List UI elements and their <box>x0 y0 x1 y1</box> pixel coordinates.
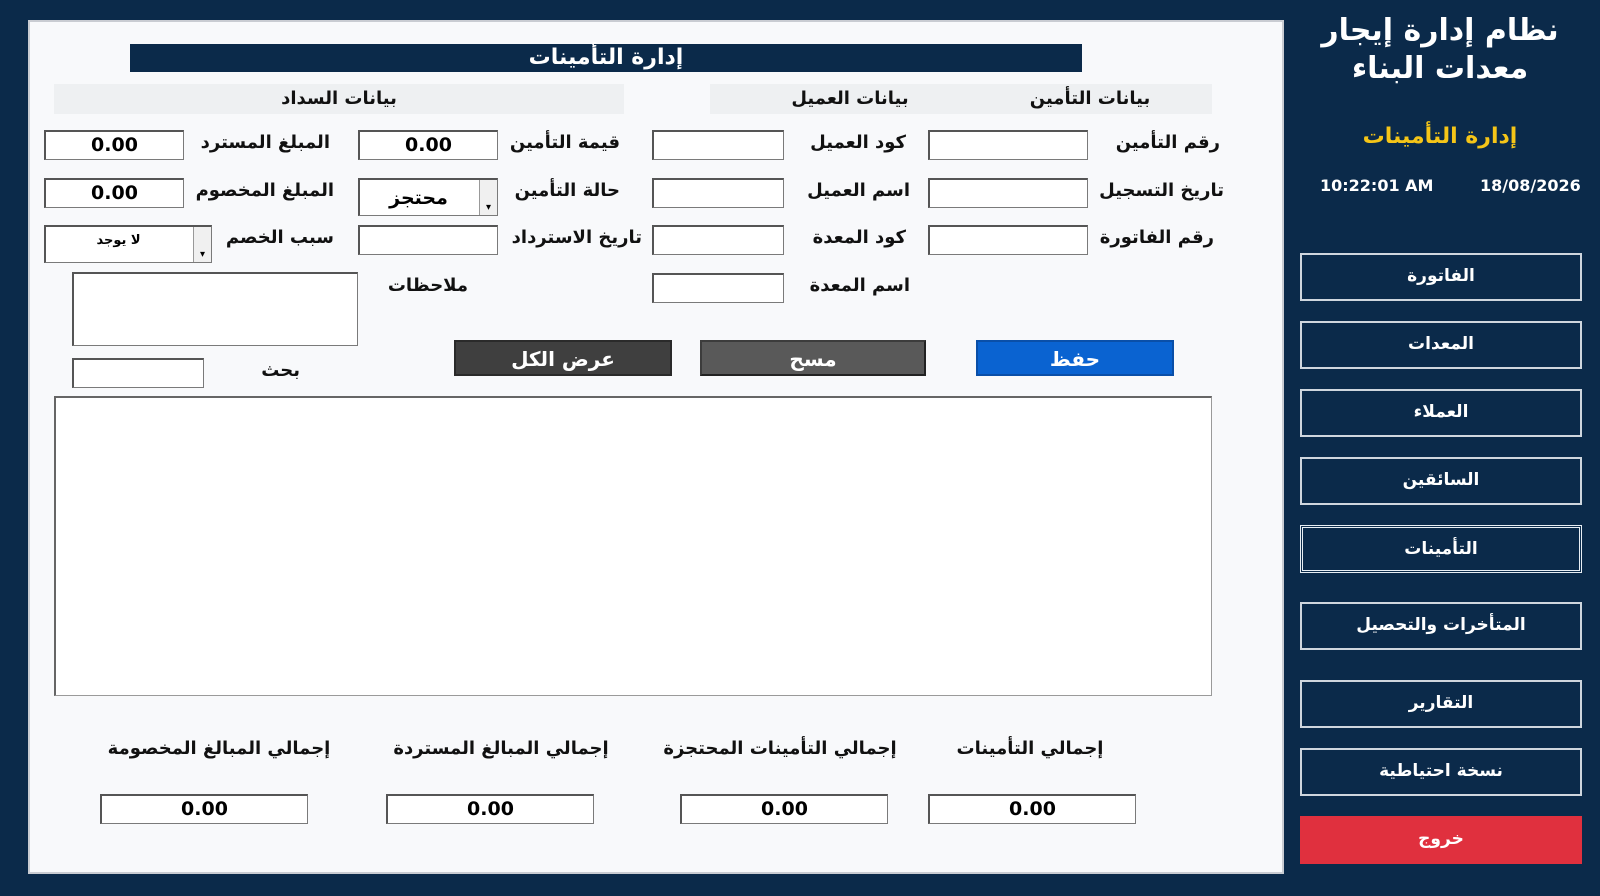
clear-button[interactable]: مسح <box>700 340 926 376</box>
sidebar-subtitle: إدارة التأمينات <box>1362 124 1518 149</box>
section-client: بيانات العميل <box>791 88 909 109</box>
deduction-reason-label: سبب الخصم <box>225 227 334 248</box>
deducted-amount-input[interactable]: 0.00 <box>44 178 184 208</box>
equipment-name-input[interactable] <box>652 273 784 303</box>
total-held-label: إجمالي التأمينات المحتجزة <box>663 738 897 759</box>
insurance-form: إدارة التأمينات بيانات السداد بيانات الع… <box>28 20 1284 874</box>
nav-clients[interactable]: العملاء <box>1300 389 1582 437</box>
show-all-button[interactable]: عرض الكل <box>454 340 672 376</box>
insurance-status-value: محتجز <box>389 186 448 209</box>
section-payment: بيانات السداد <box>54 84 624 114</box>
insurance-status-select[interactable]: محتجز ▾ <box>358 178 498 216</box>
save-button[interactable]: حفظ <box>976 340 1174 376</box>
registration-date-label: تاريخ التسجيل <box>1099 180 1224 201</box>
search-label: بحث <box>261 360 300 381</box>
invoice-number-label: رقم الفاتورة <box>1099 227 1214 248</box>
total-refunded-label: إجمالي المبالغ المستردة <box>393 738 609 759</box>
page-title: إدارة التأمينات <box>130 44 1082 72</box>
insurance-number-input[interactable] <box>928 130 1088 160</box>
nav-exit[interactable]: خروج <box>1300 816 1582 864</box>
total-deducted-label: إجمالي المبالغ المخصومة <box>107 738 331 759</box>
notes-label: ملاحظات <box>387 275 468 296</box>
total-held-value: 0.00 <box>680 794 888 824</box>
chevron-down-icon[interactable]: ▾ <box>479 180 497 215</box>
nav-arrears-collection[interactable]: المتأخرات والتحصيل <box>1300 602 1582 650</box>
refund-date-label: تاريخ الاسترداد <box>511 227 642 248</box>
total-insurances-label: إجمالي التأمينات <box>956 738 1104 759</box>
client-code-label: كود العميل <box>810 132 906 153</box>
equipment-name-label: اسم المعدة <box>809 275 910 296</box>
nav-backup[interactable]: نسخة احتياطية <box>1300 748 1582 796</box>
nav-invoice[interactable]: الفاتورة <box>1300 253 1582 301</box>
insurance-value-input[interactable]: 0.00 <box>358 130 498 160</box>
deduction-reason-value: لا يوجد <box>96 233 141 248</box>
nav-insurances[interactable]: التأمينات <box>1300 525 1582 573</box>
client-code-input[interactable] <box>652 130 784 160</box>
nav-reports[interactable]: التقارير <box>1300 680 1582 728</box>
insurance-number-label: رقم التأمين <box>1115 132 1220 153</box>
insurance-status-label: حالة التأمين <box>514 180 620 201</box>
equipment-code-label: كود المعدة <box>812 227 906 248</box>
total-insurances-value: 0.00 <box>928 794 1136 824</box>
client-name-input[interactable] <box>652 178 784 208</box>
deduction-reason-select[interactable]: لا يوجد ▾ <box>44 225 212 263</box>
notes-textarea[interactable] <box>72 272 358 346</box>
refunded-amount-input[interactable]: 0.00 <box>44 130 184 160</box>
total-deducted-value: 0.00 <box>100 794 308 824</box>
nav-drivers[interactable]: السائقين <box>1300 457 1582 505</box>
registration-date-input[interactable] <box>928 178 1088 208</box>
search-input[interactable] <box>72 358 204 388</box>
chevron-down-icon[interactable]: ▾ <box>193 227 211 262</box>
section-insurance: بيانات التأمين <box>1029 88 1151 109</box>
app-title-line1: نظام إدارة إيجار <box>1321 13 1559 48</box>
refund-date-input[interactable] <box>358 225 498 255</box>
sidebar: نظام إدارة إيجار معدات البناء إدارة التأ… <box>1290 0 1600 896</box>
clock-date: 18/08/2026 <box>1480 176 1581 195</box>
insurance-value-label: قيمة التأمين <box>509 132 620 153</box>
deducted-amount-label: المبلغ المخصوم <box>195 180 334 201</box>
invoice-number-input[interactable] <box>928 225 1088 255</box>
refunded-amount-label: المبلغ المسترد <box>200 132 330 153</box>
app-title-line2: معدات البناء <box>1351 51 1529 86</box>
client-name-label: اسم العميل <box>807 180 910 201</box>
equipment-code-input[interactable] <box>652 225 784 255</box>
total-refunded-value: 0.00 <box>386 794 594 824</box>
clock-time: 10:22:01 AM <box>1320 176 1434 195</box>
nav-equipment[interactable]: المعدات <box>1300 321 1582 369</box>
insurance-list[interactable] <box>54 396 1212 696</box>
